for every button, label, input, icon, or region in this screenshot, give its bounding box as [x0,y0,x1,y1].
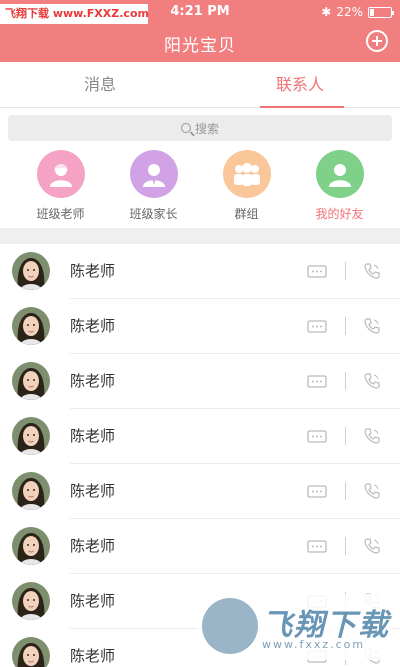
contact-row[interactable]: 陈老师 [0,244,400,299]
watermark-logo: 飞翔下载 www.fxxz.com [198,594,392,660]
watermark-url: www.fxxz.com [262,638,366,651]
battery-fill [370,8,375,16]
action-divider [345,372,346,390]
action-divider [345,262,346,280]
avatar [12,527,50,565]
contact-name: 陈老师 [70,262,116,280]
page-title: 阳光宝贝 [164,36,236,56]
contact-row[interactable]: 陈老师 [0,519,400,574]
category-label: 班级家长 [129,207,178,221]
contact-row[interactable]: 陈老师 [0,299,400,354]
action-divider [345,537,346,555]
contact-name: 陈老师 [70,372,116,390]
avatar [12,637,50,667]
contact-row[interactable]: 陈老师 [0,464,400,519]
tab-messages[interactable]: 消息 [0,62,200,108]
phone-icon[interactable] [363,262,381,280]
message-icon[interactable] [307,484,327,498]
friend-icon [315,150,364,198]
tab-bar: 消息 联系人 [0,62,400,108]
category-label: 我的好友 [315,207,364,221]
contact-name: 陈老师 [70,537,116,555]
avatar [12,307,50,345]
action-divider [345,482,346,500]
avatar [12,417,50,455]
avatar [12,252,50,290]
message-icon[interactable] [307,264,327,278]
contact-name: 陈老师 [70,647,116,665]
message-icon[interactable] [307,429,327,443]
message-icon[interactable] [307,374,327,388]
phone-icon[interactable] [363,537,381,555]
avatar [12,582,50,620]
avatar [12,362,50,400]
bluetooth-icon: ✱ [321,5,332,19]
status-bar: 飞翔下载 www.FXXZ.com 4:21 PM ✱ 22% [0,0,400,28]
category-label: 班级老师 [36,207,85,221]
contact-name: 陈老师 [70,317,116,335]
group-icon [222,150,271,198]
category-groups[interactable]: 群组 [207,146,287,228]
category-class-parents[interactable]: 班级家长 [114,146,194,228]
section-divider [0,228,400,244]
search-placeholder: 搜索 [194,121,219,136]
teacher-icon [36,150,85,198]
watermark-bird-icon [202,598,258,654]
status-right: ✱ 22% [321,5,394,19]
battery-percent: 22% [336,5,363,19]
add-button[interactable] [366,30,388,52]
category-label: 群组 [234,207,259,221]
action-divider [345,317,346,335]
category-my-friends[interactable]: 我的好友 [300,146,380,228]
category-row: 班级老师 班级家长 群组 我的好友 [0,146,400,228]
nav-bar: 阳光宝贝 [0,28,400,62]
phone-icon[interactable] [363,482,381,500]
contact-name: 陈老师 [70,592,116,610]
search-area: 搜索 [0,108,400,146]
search-icon [180,123,191,133]
contact-name: 陈老师 [70,482,116,500]
battery-icon [368,6,394,18]
category-class-teachers[interactable]: 班级老师 [21,146,101,228]
action-divider [345,427,346,445]
tab-contacts[interactable]: 联系人 [200,62,400,108]
phone-icon[interactable] [363,372,381,390]
message-icon[interactable] [307,319,327,333]
parent-icon [129,150,178,198]
contact-row[interactable]: 陈老师 [0,354,400,409]
phone-icon[interactable] [363,317,381,335]
avatar [12,472,50,510]
search-input[interactable]: 搜索 [8,115,392,141]
contact-row[interactable]: 陈老师 [0,409,400,464]
contact-name: 陈老师 [70,427,116,445]
phone-icon[interactable] [363,427,381,445]
message-icon[interactable] [307,539,327,553]
